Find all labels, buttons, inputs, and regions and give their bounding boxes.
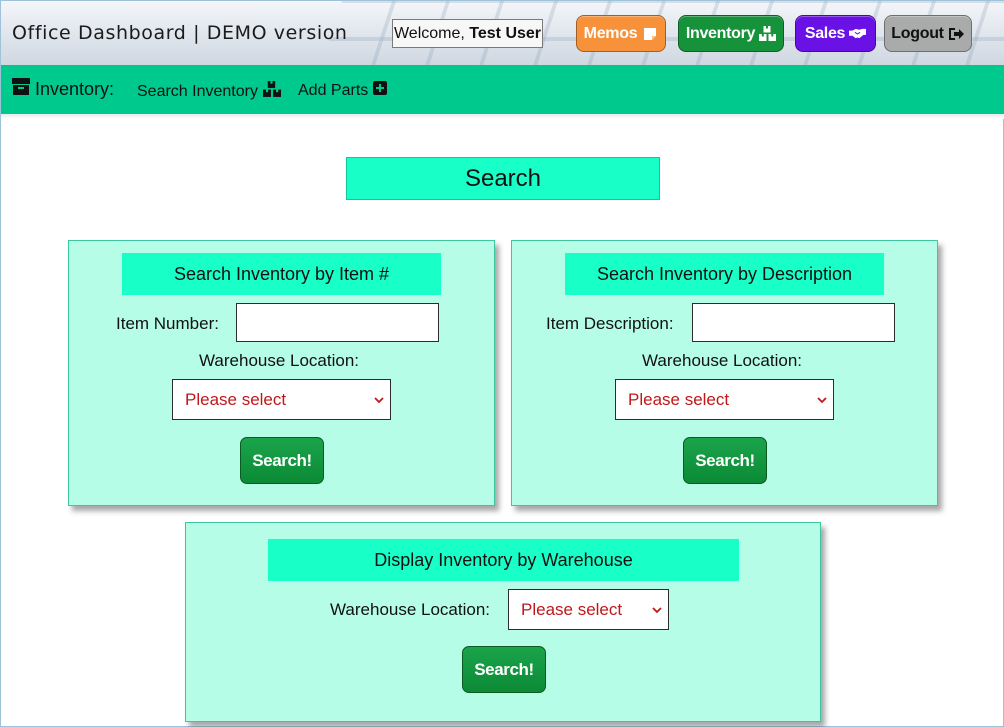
subnav-divider xyxy=(1,114,1004,119)
item-description-input[interactable] xyxy=(692,303,895,342)
display-by-warehouse-heading: Display Inventory by Warehouse xyxy=(268,539,739,581)
warehouse-location-value: Please select xyxy=(185,389,287,409)
top-header: Office Dashboard | DEMO version Welcome,… xyxy=(1,1,1004,65)
memos-button-label: Memos xyxy=(583,24,638,42)
inventory-subnav: Inventory: Search Inventory Add Parts xyxy=(1,65,1004,114)
inventory-button[interactable]: Inventory xyxy=(678,15,784,52)
warehouse-location-value: Please select xyxy=(521,599,623,619)
welcome-prefix: Welcome, xyxy=(393,25,465,42)
search-by-item-button[interactable]: Search! xyxy=(240,437,324,484)
search-by-description-button[interactable]: Search! xyxy=(683,437,767,484)
warehouse-location-label: Warehouse Location: xyxy=(199,351,360,370)
logout-button-label: Logout xyxy=(891,24,944,42)
sales-button-label: Sales xyxy=(804,24,846,42)
search-inventory-link[interactable]: Search Inventory xyxy=(137,81,281,102)
search-by-description-heading: Search Inventory by Description xyxy=(565,253,884,295)
page-title: Search xyxy=(346,157,660,200)
search-by-item-heading: Search Inventory by Item # xyxy=(122,253,441,295)
chevron-down-icon xyxy=(652,606,662,613)
memos-button[interactable]: Memos xyxy=(576,15,666,52)
archive-icon xyxy=(12,78,30,100)
sign-out-icon xyxy=(948,25,965,42)
display-by-warehouse-panel: Display Inventory by Warehouse Warehouse… xyxy=(185,522,821,722)
subnav-title: Inventory: xyxy=(12,78,114,100)
item-description-label: Item Description: xyxy=(546,314,674,333)
search-by-description-panel: Search Inventory by Description Item Des… xyxy=(511,240,938,506)
plus-square-icon xyxy=(373,81,388,100)
item-number-input[interactable] xyxy=(236,303,439,342)
handshake-icon xyxy=(849,25,867,42)
search-by-item-panel: Search Inventory by Item # Item Number: … xyxy=(68,240,495,506)
welcome-username: Test User xyxy=(469,25,542,42)
sales-button[interactable]: Sales xyxy=(795,15,876,52)
welcome-box: Welcome, Test User xyxy=(392,19,543,48)
sticky-note-icon xyxy=(641,25,658,42)
warehouse-location-select[interactable]: Please select xyxy=(615,379,834,420)
warehouse-location-value: Please select xyxy=(628,389,730,409)
add-parts-label: Add Parts xyxy=(298,81,369,99)
chevron-down-icon xyxy=(817,396,827,403)
item-number-label: Item Number: xyxy=(116,314,219,333)
chevron-down-icon xyxy=(374,396,384,403)
warehouse-location-label: Warehouse Location: xyxy=(330,600,491,619)
app-title: Office Dashboard | DEMO version xyxy=(12,22,348,44)
search-inventory-label: Search Inventory xyxy=(137,82,258,100)
boxes-icon xyxy=(759,25,777,42)
inventory-button-label: Inventory xyxy=(685,24,756,42)
warehouse-location-select[interactable]: Please select xyxy=(508,589,669,630)
add-parts-link[interactable]: Add Parts xyxy=(298,81,388,100)
warehouse-location-label: Warehouse Location: xyxy=(642,351,803,370)
logout-button[interactable]: Logout xyxy=(884,15,972,52)
subnav-title-label: Inventory: xyxy=(35,78,115,99)
warehouse-location-select[interactable]: Please select xyxy=(172,379,391,420)
display-by-warehouse-button[interactable]: Search! xyxy=(462,646,546,693)
boxes-icon xyxy=(262,81,281,102)
